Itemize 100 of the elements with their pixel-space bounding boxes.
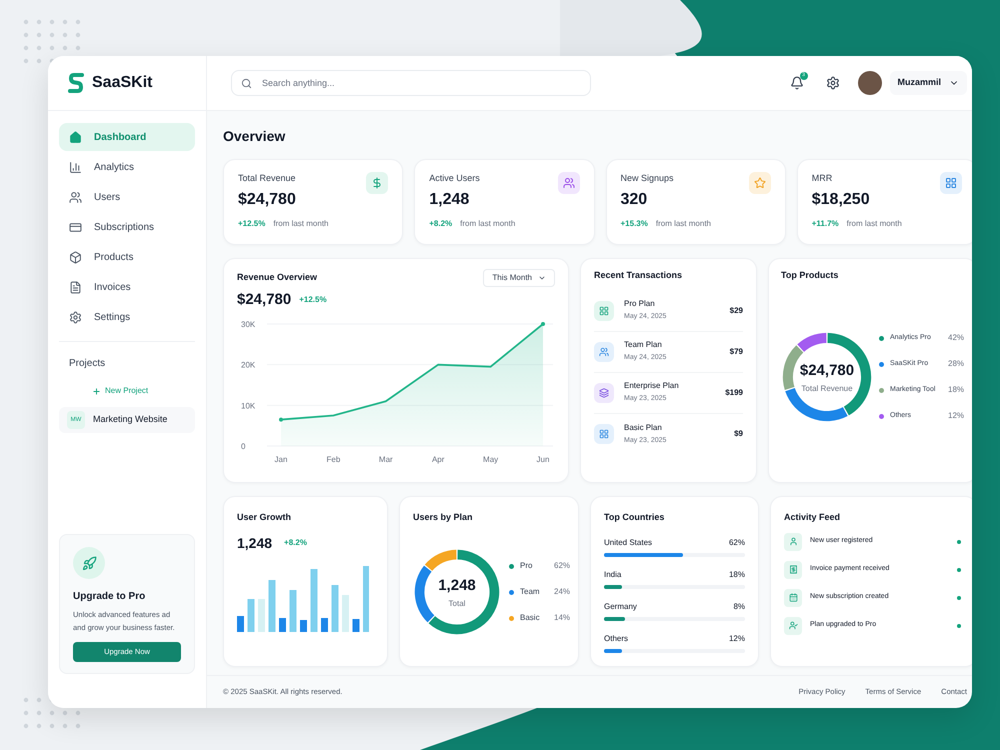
stat-label: Total Revenue: [238, 172, 296, 185]
chevron-icon: [538, 274, 546, 282]
stat-change: +12.5%: [238, 218, 266, 230]
user-menu[interactable]: Muzammil: [890, 71, 968, 95]
brand-name: SaaSKit: [92, 73, 152, 93]
user-check-icon: [788, 621, 798, 630]
nav-item[interactable]: Products: [59, 243, 195, 271]
country-share: 18%: [728, 568, 745, 580]
x-tick-label: Jun: [536, 454, 550, 464]
page-title: Overview: [223, 127, 286, 146]
projects-heading: Projects: [68, 357, 106, 371]
nav-icon: [69, 220, 82, 234]
stat-change: +8.2%: [429, 218, 452, 230]
stat-value: $24,780: [238, 190, 297, 210]
y-tick-label: 20K: [241, 360, 256, 370]
layers-icon: [599, 388, 609, 398]
stat-note: from last month: [846, 218, 902, 230]
rocket-icon: [82, 556, 96, 570]
transaction-name: Enterprise Plan: [624, 380, 680, 392]
period-dropdown[interactable]: This Month: [483, 269, 555, 287]
nav-item[interactable]: Analytics: [59, 153, 195, 181]
y-tick-label: 0: [241, 442, 246, 450]
legend-label: Pro: [520, 560, 534, 572]
legend-share: 18%: [948, 384, 964, 396]
user-growth-value: 1,248: [237, 534, 272, 552]
country-name: United States: [604, 536, 652, 548]
card-title: Top Countries: [604, 511, 666, 524]
stat-label: Active Users: [429, 172, 480, 185]
revenue-change: +12.5%: [299, 294, 327, 306]
x-tick-label: May: [483, 454, 498, 464]
nav-item[interactable]: Dashboard: [59, 123, 195, 151]
nav-item[interactable]: Users: [59, 183, 195, 211]
legend-share: 24%: [554, 586, 570, 598]
grid-icon: [599, 306, 609, 316]
logo-icon: [68, 72, 84, 94]
legend-label: Basic: [520, 612, 541, 624]
transaction-name: Team Plan: [624, 339, 663, 352]
stat-change: +15.3%: [620, 218, 648, 230]
dollar-icon: [371, 177, 384, 189]
donut-center-label: Total Revenue: [801, 382, 853, 394]
transaction-amount: $79: [730, 346, 743, 358]
search-field[interactable]: Search anything...: [231, 70, 591, 96]
stat-note: from last month: [273, 218, 328, 230]
legend-share: 62%: [554, 560, 570, 572]
nav-icon: [69, 280, 82, 294]
plus-icon: [92, 386, 101, 396]
stat-value: $18,250: [812, 190, 871, 210]
stat-change: +11.7%: [812, 218, 839, 230]
y-tick-label: 10K: [241, 400, 256, 410]
avatar[interactable]: [858, 71, 882, 95]
user-icon: [788, 537, 798, 546]
country-name: India: [604, 568, 622, 580]
nav-item[interactable]: Invoices: [59, 273, 195, 301]
country-share: 62%: [728, 536, 745, 548]
nav-icon: [69, 160, 82, 174]
data-point: [279, 417, 283, 422]
nav-item[interactable]: Settings: [59, 303, 195, 331]
revenue-value: $24,780: [237, 290, 292, 310]
transaction-amount: $29: [730, 304, 743, 316]
upgrade-title: Upgrade to Pro: [73, 590, 146, 604]
legend-share: 14%: [554, 612, 570, 624]
legend-share: 42%: [948, 332, 964, 344]
card-title: Revenue Overview: [237, 271, 318, 284]
card-title: Users by Plan: [413, 511, 474, 524]
nav-icon: [69, 130, 82, 144]
transaction-amount: $9: [734, 428, 743, 440]
country-share: 12%: [728, 632, 745, 644]
x-tick-label: Jan: [274, 454, 288, 464]
legend-label: Team: [520, 586, 541, 598]
grid-icon: [599, 429, 609, 439]
y-tick-label: 30K: [241, 320, 256, 328]
stat-note: from last month: [656, 218, 711, 230]
card-title: Activity Feed: [784, 511, 842, 524]
project-name: Marketing Website: [93, 413, 168, 426]
nav-icon: [69, 310, 82, 324]
star-icon: [754, 177, 766, 189]
card-title: Top Products: [781, 269, 840, 282]
nav-icon: [69, 190, 82, 204]
country-name: Germany: [604, 600, 637, 612]
transaction-name: Basic Plan: [624, 422, 663, 434]
settings-icon[interactable]: [826, 76, 840, 90]
card-title: Recent Transactions: [594, 269, 684, 282]
receipt-icon: [788, 565, 798, 574]
transaction-name: Pro Plan: [624, 298, 656, 310]
x-tick-label: Apr: [432, 454, 444, 464]
x-tick-label: Mar: [378, 454, 393, 464]
calendar-icon: [788, 593, 798, 602]
nav-item[interactable]: Subscriptions: [59, 213, 195, 241]
stat-note: from last month: [460, 218, 516, 230]
donut-center-label: Total: [448, 598, 466, 610]
bell-icon: [790, 76, 804, 90]
transaction-amount: $199: [725, 386, 743, 398]
country-share: 8%: [733, 600, 745, 612]
card-title: User Growth: [237, 511, 292, 524]
nav-icon: [69, 250, 82, 264]
country-name: Others: [604, 632, 628, 644]
user-growth-change: +8.2%: [284, 537, 307, 549]
stat-label: MRR: [812, 172, 832, 185]
donut-center-value: $24,780: [800, 361, 854, 381]
x-tick-label: Feb: [326, 454, 340, 464]
